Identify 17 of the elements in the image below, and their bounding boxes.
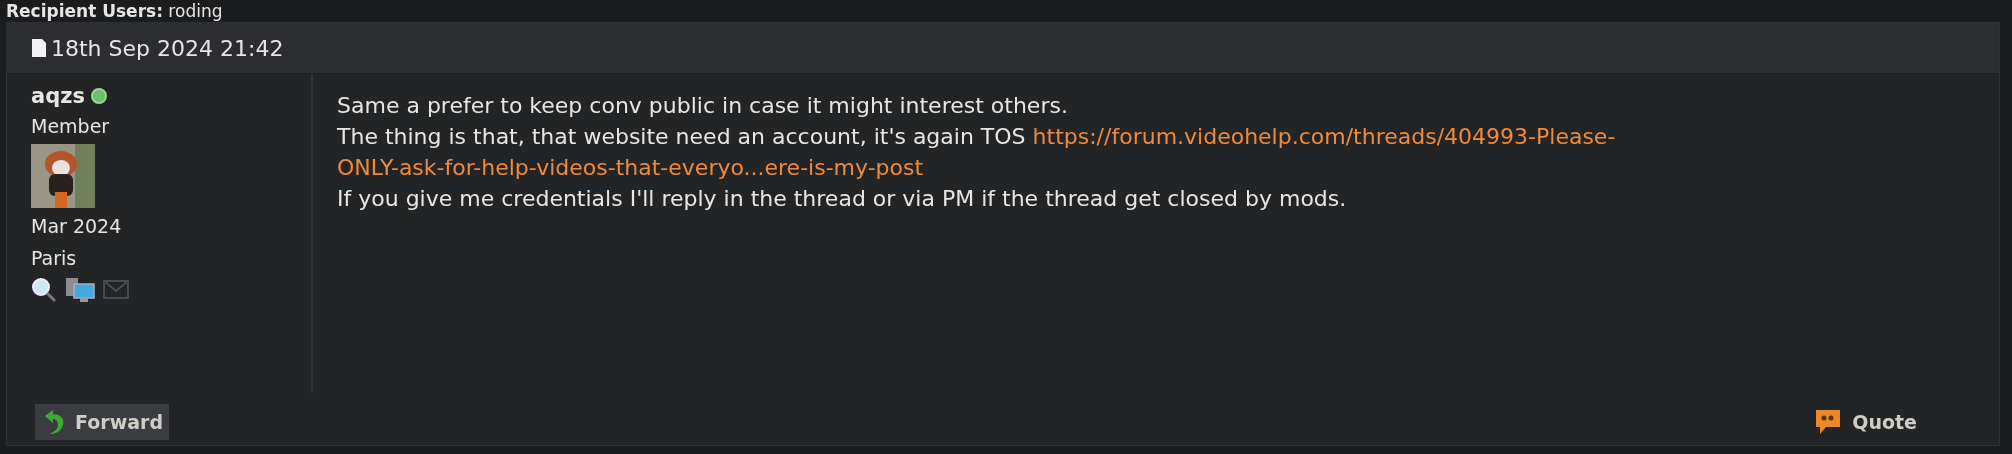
forward-button[interactable]: Forward <box>35 404 169 440</box>
join-date: Mar 2024 <box>31 214 123 239</box>
post-date: 18th Sep 2024 21:42 <box>51 35 284 61</box>
post-link[interactable]: ONLY-ask-for-help-videos-that-everyo...ere-is-my-post <box>337 155 924 180</box>
document-icon <box>31 38 47 58</box>
computers-icon[interactable] <box>65 276 95 304</box>
quote-button[interactable]: Quote <box>1808 407 1923 437</box>
post-text: Same a prefer to keep conv public in case it might interest others. <box>337 93 1068 118</box>
recipient-users-text: Recipient Users: roding <box>6 1 223 21</box>
post-text: The thing is that, that website need an account, it's again TOS <box>337 124 1027 149</box>
user-location: Paris <box>31 246 78 271</box>
speech-bubble-icon <box>1814 408 1843 436</box>
post-text: If you give me credentials I'll reply in the thread or via PM if the thread get closed by mods. <box>337 186 1347 211</box>
user-rank: Member <box>31 114 111 139</box>
username-link[interactable]: aqzs <box>31 84 85 108</box>
search-icon[interactable] <box>31 277 57 303</box>
post-link[interactable]: https://forum.videohelp.com/threads/404993-Please- <box>1032 124 1616 149</box>
